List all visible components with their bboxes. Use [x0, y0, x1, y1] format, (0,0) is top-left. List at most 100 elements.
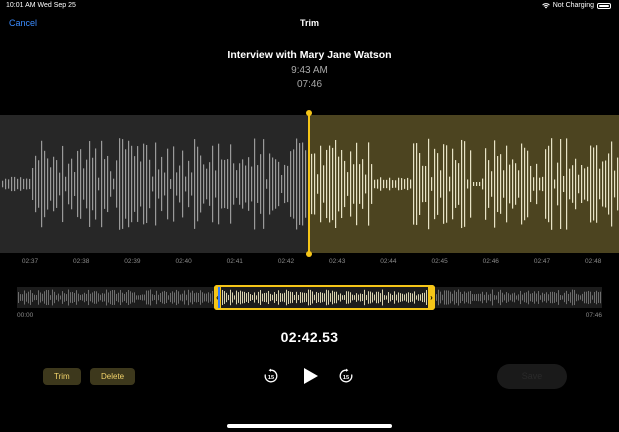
overview-waveform-bar [520, 290, 521, 305]
waveform-bar [197, 146, 199, 222]
waveform-bar [536, 163, 538, 205]
recording-time: 9:43 AM [291, 65, 328, 76]
waveform-bar [512, 159, 514, 209]
overview-waveform-bar [462, 294, 463, 301]
overview-waveform-bar [526, 292, 527, 303]
overview-waveform-bar [496, 295, 497, 300]
timeline-tick-label: 02:39 [124, 258, 141, 265]
waveform-bar [392, 180, 394, 188]
overview-waveform-bar [510, 294, 511, 301]
overview-waveform-bar [450, 291, 451, 304]
waveform-bar [83, 168, 85, 200]
overview-waveform-bar [530, 293, 531, 302]
overview-waveform-bar [94, 291, 95, 304]
overview-waveform-bar [494, 295, 495, 300]
waveform-bar [551, 138, 553, 230]
overview-waveform-bar [206, 293, 207, 302]
overview-waveform-bar [562, 295, 563, 300]
timeline-tick-label: 02:38 [73, 258, 90, 265]
waveform-bar [20, 177, 22, 191]
trim-selection[interactable]: ‹ › [214, 285, 435, 310]
delete-button[interactable]: Delete [90, 368, 136, 385]
overview-waveform-bar [196, 292, 197, 303]
timeline-tick-label: 02:46 [482, 258, 499, 265]
waveform-bar [350, 151, 352, 217]
overview-waveform-bar [180, 294, 181, 301]
waveform-bar [305, 150, 307, 218]
overview-waveform-bar [528, 290, 529, 305]
waveform-bar [452, 148, 454, 220]
waveform-bar [605, 160, 607, 208]
overview-waveform-bar [508, 293, 509, 302]
overview-waveform-bar [66, 294, 67, 301]
overview-waveform-bar [202, 292, 203, 303]
waveform-bar [326, 149, 328, 219]
overview-waveform-bar [204, 293, 205, 302]
overview-waveform-bar [586, 291, 587, 304]
waveform-bar [248, 157, 250, 211]
waveform-bar [212, 145, 214, 223]
goforward-15-icon[interactable]: 15 [338, 368, 354, 384]
waveform-bar [410, 179, 412, 189]
overview-waveform-bar [560, 294, 561, 301]
overview-waveform-bar [446, 290, 447, 305]
waveform-bar [467, 179, 469, 189]
waveform-bar [524, 147, 526, 221]
overview-waveform-bar [550, 291, 551, 304]
waveform-bar [281, 175, 283, 193]
timeline-tick-label: 02:43 [329, 258, 346, 265]
waveform-bar [107, 155, 109, 213]
trim-button[interactable]: Trim [43, 368, 81, 385]
play-icon[interactable] [300, 366, 320, 386]
overview-waveform-bar [126, 292, 127, 303]
waveform-bar [323, 165, 325, 203]
overview-waveform-bar [464, 291, 465, 304]
waveform-bar [209, 162, 211, 206]
waveform-bar [545, 149, 547, 219]
waveform-bar [593, 147, 595, 221]
save-button[interactable]: Save [497, 364, 567, 389]
waveform-bar [266, 179, 268, 189]
overview-waveform-bar [438, 289, 439, 306]
overview-waveform-bar [548, 294, 549, 301]
timeline-tick-label: 02:40 [175, 258, 192, 265]
overview-playhead[interactable] [218, 287, 220, 308]
waveform-bar [233, 163, 235, 205]
overview-waveform-bar [486, 292, 487, 303]
waveform-bar [251, 166, 253, 202]
waveform-bar [17, 178, 19, 190]
overview-waveform-bar [480, 293, 481, 302]
waveform-bar [455, 160, 457, 208]
overview-waveform-bar [124, 293, 125, 302]
home-indicator[interactable] [227, 424, 392, 428]
overview-waveform-bar [512, 293, 513, 302]
overview-waveform-bar [570, 292, 571, 303]
waveform-bar [140, 161, 142, 207]
waveform-bar [158, 169, 160, 199]
waveform-bar [614, 170, 616, 198]
overview-waveform-bar [456, 291, 457, 304]
waveform-bar [518, 170, 520, 198]
wifi-icon [541, 2, 550, 8]
waveform-bar [506, 145, 508, 223]
playhead[interactable] [306, 110, 312, 257]
waveform-bar [320, 145, 322, 223]
waveform-bar [194, 139, 196, 229]
overview-waveform-bar [534, 291, 535, 304]
overview-waveform-bar [488, 294, 489, 301]
overview-start-time: 00:00 [17, 312, 34, 319]
overview-waveform-bar [532, 293, 533, 302]
waveform-bar [578, 174, 580, 194]
waveform-bar [269, 153, 271, 215]
trim-handle-right[interactable]: › [428, 285, 435, 310]
overview-waveform-bar [546, 292, 547, 303]
overview-waveform-bar [484, 294, 485, 301]
gobackward-15-icon[interactable]: 15 [263, 368, 279, 384]
waveform-bar [428, 138, 430, 230]
waveform-bar [41, 140, 43, 228]
overview-waveform-bar [436, 294, 437, 301]
overview-waveform-bar [498, 291, 499, 304]
waveform-bar [29, 178, 31, 190]
waveform-bar [356, 142, 358, 226]
waveform-bar [575, 158, 577, 210]
